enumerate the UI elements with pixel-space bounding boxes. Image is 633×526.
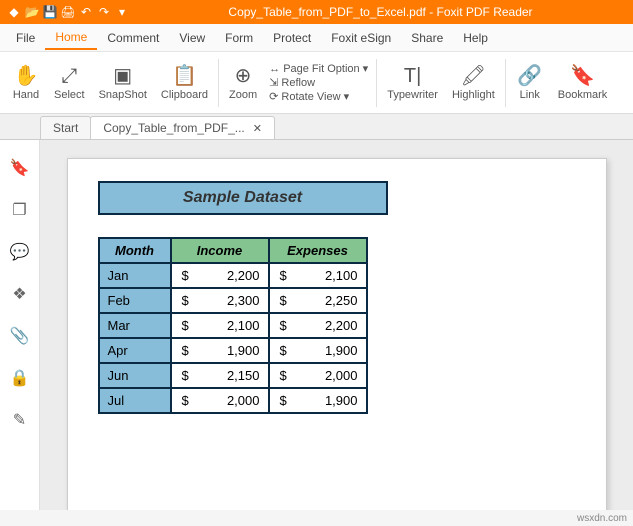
tab-document[interactable]: Copy_Table_from_PDF_...✕ (90, 116, 275, 139)
app-logo-icon[interactable]: ◆ (6, 5, 22, 19)
data-table: Month Income Expenses Jan$2,200$2,100 Fe… (98, 237, 368, 414)
page-view-stack: ↔ Page Fit Option ▾ ⇲ Reflow ⟳ Rotate Vi… (265, 60, 372, 105)
table-row: Jul$2,000$1,900 (99, 388, 367, 413)
undo-icon[interactable]: ↶ (78, 5, 94, 19)
bookmarks-panel-icon[interactable]: 🔖 (10, 158, 30, 178)
window-title: Copy_Table_from_PDF_to_Excel.pdf - Foxit… (136, 5, 625, 19)
ribbon-divider (376, 59, 377, 107)
bookmark-icon: 🔖 (570, 65, 595, 87)
comments-panel-icon[interactable]: 💬 (10, 242, 30, 262)
select-tool[interactable]: ⤢Select (48, 63, 91, 103)
reflow-option[interactable]: ⇲ Reflow (269, 76, 368, 89)
menu-protect[interactable]: Protect (263, 27, 321, 49)
snapshot-tool[interactable]: ▣SnapShot (93, 63, 153, 103)
workarea: 🔖 ❐ 💬 ❖ 📎 🔒 ✎ Sample Dataset Month Incom… (0, 140, 633, 510)
col-expenses: Expenses (269, 238, 367, 263)
rotate-view-option[interactable]: ⟳ Rotate View ▾ (269, 90, 368, 103)
hand-icon: ✋ (14, 65, 39, 87)
menu-help[interactable]: Help (453, 27, 498, 49)
open-icon[interactable]: 📂 (24, 5, 40, 19)
clipboard-tool[interactable]: 📋Clipboard (155, 63, 214, 103)
menubar: File Home Comment View Form Protect Foxi… (0, 24, 633, 52)
link-tool[interactable]: 🔗Link (510, 63, 550, 103)
bookmark-tool[interactable]: 🔖Bookmark (552, 63, 614, 103)
redo-icon[interactable]: ↷ (96, 5, 112, 19)
document-tabbar: Start Copy_Table_from_PDF_...✕ (0, 114, 633, 140)
print-icon[interactable]: 🖨 (60, 5, 76, 19)
qat-more-icon[interactable]: ▾ (114, 5, 130, 19)
menu-file[interactable]: File (6, 27, 45, 49)
menu-comment[interactable]: Comment (97, 27, 169, 49)
menu-form[interactable]: Form (215, 27, 263, 49)
select-icon: ⤢ (61, 65, 77, 87)
zoom-icon: ⊕ (235, 65, 252, 87)
page-viewport[interactable]: Sample Dataset Month Income Expenses Jan… (40, 140, 633, 510)
zoom-tool[interactable]: ⊕Zoom (223, 63, 263, 103)
side-tool-panel: 🔖 ❐ 💬 ❖ 📎 🔒 ✎ (0, 140, 40, 510)
save-icon[interactable]: 💾 (42, 5, 58, 19)
menu-home[interactable]: Home (45, 26, 97, 50)
table-row: Apr$1,900$1,900 (99, 338, 367, 363)
quick-access-toolbar: ◆ 📂 💾 🖨 ↶ ↷ ▾ (0, 5, 136, 19)
table-row: Mar$2,100$2,200 (99, 313, 367, 338)
close-icon[interactable]: ✕ (253, 122, 262, 135)
menu-esign[interactable]: Foxit eSign (321, 27, 401, 49)
typewriter-tool[interactable]: T|Typewriter (381, 63, 444, 103)
highlight-icon: 🖍 (461, 65, 486, 87)
link-icon: 🔗 (517, 65, 542, 87)
highlight-tool[interactable]: 🖍Highlight (446, 63, 501, 103)
col-month: Month (99, 238, 171, 263)
hand-tool[interactable]: ✋Hand (6, 63, 46, 103)
col-income: Income (171, 238, 269, 263)
snapshot-icon: ▣ (113, 65, 132, 87)
watermark: wsxdn.com (577, 513, 627, 524)
pages-panel-icon[interactable]: ❐ (12, 200, 26, 220)
menu-view[interactable]: View (169, 27, 215, 49)
security-panel-icon[interactable]: 🔒 (10, 368, 30, 388)
clipboard-icon: 📋 (172, 65, 197, 87)
table-header-row: Month Income Expenses (99, 238, 367, 263)
typewriter-icon: T| (404, 65, 421, 87)
pdf-page: Sample Dataset Month Income Expenses Jan… (67, 158, 607, 510)
ribbon-divider (505, 59, 506, 107)
signatures-panel-icon[interactable]: ✎ (13, 410, 26, 430)
table-row: Jun$2,150$2,000 (99, 363, 367, 388)
ribbon-divider (218, 59, 219, 107)
attachments-panel-icon[interactable]: 📎 (10, 326, 30, 346)
layers-panel-icon[interactable]: ❖ (12, 284, 26, 304)
ribbon: ✋Hand ⤢Select ▣SnapShot 📋Clipboard ⊕Zoom… (0, 52, 633, 114)
page-fit-option[interactable]: ↔ Page Fit Option ▾ (269, 62, 368, 75)
tab-start[interactable]: Start (40, 116, 91, 139)
menu-share[interactable]: Share (401, 27, 453, 49)
titlebar: ◆ 📂 💾 🖨 ↶ ↷ ▾ Copy_Table_from_PDF_to_Exc… (0, 0, 633, 24)
table-row: Feb$2,300$2,250 (99, 288, 367, 313)
table-title: Sample Dataset (98, 181, 388, 215)
table-row: Jan$2,200$2,100 (99, 263, 367, 288)
